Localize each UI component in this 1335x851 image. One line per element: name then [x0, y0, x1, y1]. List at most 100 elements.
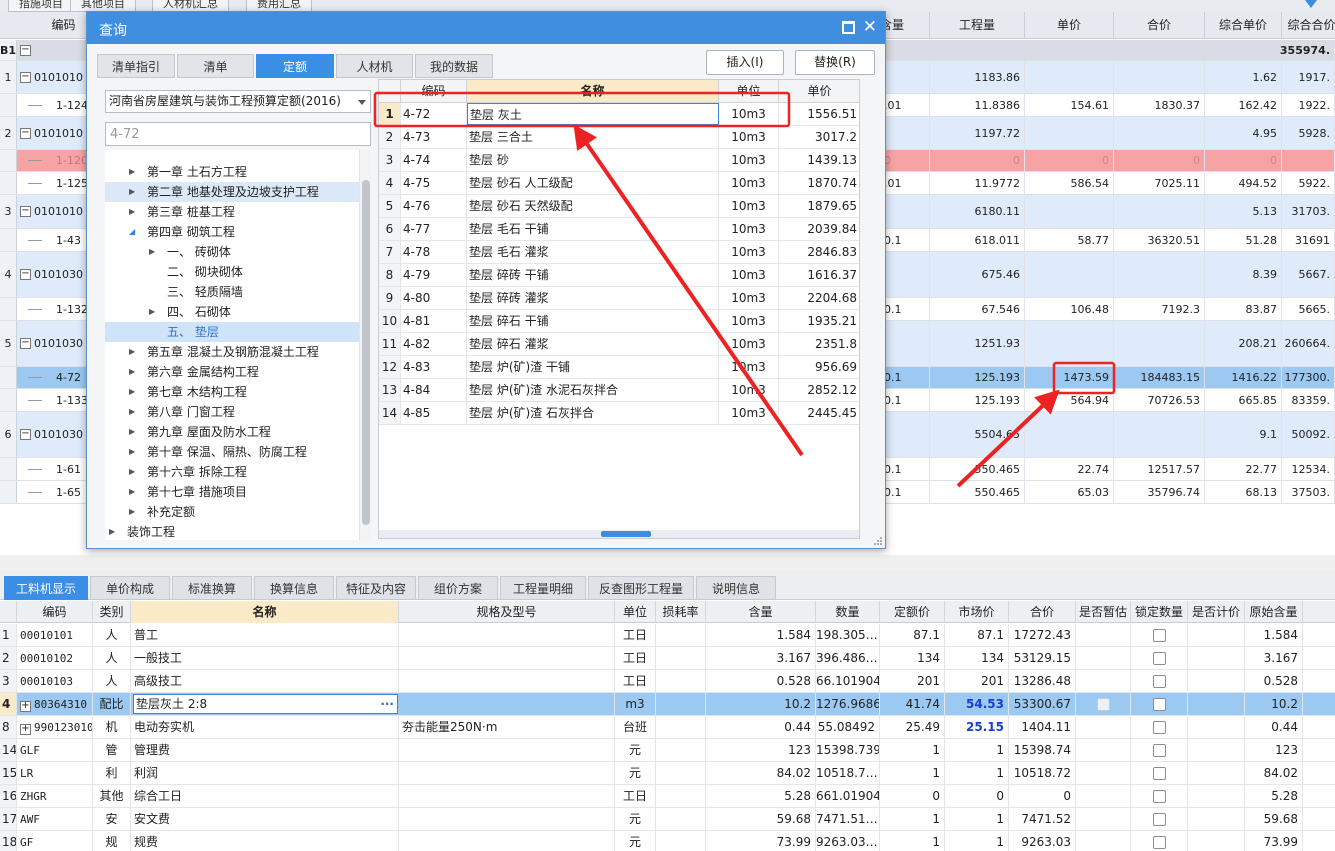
is-priced-cell[interactable]: [1188, 670, 1245, 692]
content-qty-cell[interactable]: 0.1: [880, 298, 930, 320]
total-price-cell[interactable]: [1114, 195, 1205, 228]
tree-node[interactable]: 三、 轻质隔墙: [105, 282, 359, 302]
is-priced-cell[interactable]: [1188, 647, 1245, 669]
qty-cell[interactable]: 1197.72: [930, 117, 1025, 149]
material-loss[interactable]: [656, 831, 706, 851]
detail-row[interactable]: 14 GLF 管管理费元 123 15398.739 1 1 15398.74 123: [0, 739, 1335, 762]
tree-node[interactable]: 二、 砌块砌体: [105, 262, 359, 282]
material-content[interactable]: 123: [706, 739, 816, 761]
unit-price-cell[interactable]: [1025, 252, 1114, 297]
collapsed-arrow-icon[interactable]: ▶: [129, 502, 135, 522]
content-qty-cell[interactable]: [880, 61, 930, 93]
comp-total-cell[interactable]: 5665.: [1282, 298, 1335, 320]
quota-row[interactable]: 11 4-82 垫层 碎石 灌浆 10m3 2351.8: [379, 333, 859, 356]
qty-cell[interactable]: 1183.86: [930, 61, 1025, 93]
detail-row[interactable]: 3 00010103 人高级技工 工日 0.528 66.101904 201 201 1328…: [0, 670, 1335, 693]
comp-unit-price-cell[interactable]: 494.52: [1205, 172, 1282, 194]
maximize-icon[interactable]: [842, 21, 855, 34]
quota-search-input[interactable]: [105, 122, 371, 146]
comp-unit-price-cell[interactable]: 0: [1205, 150, 1282, 171]
collapsed-arrow-icon[interactable]: ▶: [129, 162, 135, 182]
tree-node[interactable]: ▶ 第三章 桩基工程: [105, 202, 359, 222]
content-qty-cell[interactable]: [880, 252, 930, 297]
unit-price-cell[interactable]: [1025, 412, 1114, 457]
qty-cell[interactable]: 125.193: [930, 389, 1025, 411]
material-name-editor[interactable]: 垫层灰土 2:8 ···: [133, 694, 398, 714]
detail-tab[interactable]: 组价方案: [418, 576, 498, 600]
tree-node[interactable]: ▶ 第一章 土石方工程: [105, 162, 359, 182]
comp-total-cell[interactable]: 5922.: [1282, 172, 1335, 194]
collapse-icon[interactable]: −: [20, 127, 31, 139]
provisional-checkbox[interactable]: [1096, 698, 1110, 711]
material-market-price[interactable]: 1: [945, 762, 1009, 784]
quota-row[interactable]: 2 4-73 垫层 三合土 10m3 3017.2: [379, 126, 859, 149]
comp-total-cell[interactable]: 83359.: [1282, 389, 1335, 411]
material-spec[interactable]: [399, 808, 615, 830]
comp-unit-price-cell[interactable]: 9.1: [1205, 412, 1282, 457]
unit-price-cell[interactable]: 586.54: [1025, 172, 1114, 194]
qty-cell[interactable]: 0: [930, 150, 1025, 171]
tree-scroll-thumb[interactable]: [362, 180, 370, 525]
comp-unit-price-cell[interactable]: 1.62: [1205, 61, 1282, 93]
unit-price-cell[interactable]: 22.74: [1025, 458, 1114, 480]
material-spec[interactable]: 夯击能量250N·m: [399, 716, 615, 738]
collapsed-arrow-icon[interactable]: ▶: [129, 462, 135, 482]
material-content[interactable]: 59.68: [706, 808, 816, 830]
comp-unit-price-cell[interactable]: 665.85: [1205, 389, 1282, 411]
collapsed-arrow-icon[interactable]: ▶: [149, 242, 155, 262]
comp-unit-price-cell[interactable]: 208.21: [1205, 321, 1282, 366]
quota-row[interactable]: 6 4-77 垫层 毛石 干铺 10m3 2039.84: [379, 218, 859, 241]
lock-qty-checkbox[interactable]: [1152, 744, 1166, 757]
collapse-toggle[interactable]: −: [20, 40, 34, 60]
tree-node[interactable]: ▶ 补充定额: [105, 502, 359, 522]
tree-node[interactable]: ▶ 第二章 地基处理及边坡支护工程: [105, 182, 359, 202]
tab-quota[interactable]: 定额: [256, 54, 334, 78]
grid-horizontal-scrollbar[interactable]: [379, 530, 859, 538]
material-name[interactable]: 综合工日: [131, 785, 399, 807]
collapse-icon[interactable]: −: [20, 206, 31, 217]
dialog-title-bar[interactable]: 查询 ✕: [87, 12, 885, 44]
is-priced-cell[interactable]: [1188, 762, 1245, 784]
insert-button[interactable]: 插入(I): [706, 50, 784, 75]
qty-cell[interactable]: 1251.93: [930, 321, 1025, 366]
lock-qty-checkbox[interactable]: [1152, 675, 1166, 688]
comp-total-cell[interactable]: 260664.: [1282, 321, 1335, 366]
comp-total-cell[interactable]: 177300.: [1282, 367, 1335, 388]
tab-bill-guide[interactable]: 清单指引: [97, 54, 175, 78]
content-qty-cell[interactable]: 0.1: [880, 458, 930, 480]
material-loss[interactable]: [656, 785, 706, 807]
tree-node[interactable]: ▶ 第十七章 措施项目: [105, 482, 359, 502]
total-price-cell[interactable]: 1830.37: [1114, 94, 1205, 116]
lock-qty-checkbox[interactable]: [1152, 698, 1166, 711]
material-name[interactable]: 高级技工: [131, 670, 399, 692]
material-loss[interactable]: [656, 739, 706, 761]
material-market-price[interactable]: 0: [945, 785, 1009, 807]
lock-qty-checkbox[interactable]: [1152, 721, 1166, 734]
unit-price-cell[interactable]: 65.03: [1025, 481, 1114, 503]
material-market-price[interactable]: 1: [945, 739, 1009, 761]
material-loss[interactable]: [656, 624, 706, 646]
comp-unit-price-cell[interactable]: 8.39: [1205, 252, 1282, 297]
resize-grip-icon[interactable]: [873, 536, 883, 546]
lock-qty-checkbox[interactable]: [1152, 790, 1166, 803]
detail-tab[interactable]: 工程量明细: [500, 576, 586, 600]
total-price-cell[interactable]: [1114, 61, 1205, 93]
tree-node[interactable]: ▶ 第七章 木结构工程: [105, 382, 359, 402]
collapsed-arrow-icon[interactable]: ▶: [109, 522, 115, 540]
detail-row[interactable]: 16 ZHGR 其他 综合工日 工日 5.28 661.01904 0 0 0 5.28: [0, 785, 1335, 808]
is-priced-cell[interactable]: [1188, 739, 1245, 761]
collapsed-arrow-icon[interactable]: ▶: [129, 382, 135, 402]
collapsed-arrow-icon[interactable]: ▶: [129, 362, 135, 382]
material-content[interactable]: 5.28: [706, 785, 816, 807]
comp-total-cell[interactable]: 31691: [1282, 229, 1335, 251]
qty-cell[interactable]: 5504.65: [930, 412, 1025, 457]
material-spec[interactable]: [399, 785, 615, 807]
comp-total-cell[interactable]: 31703.: [1282, 195, 1335, 228]
lock-qty-checkbox[interactable]: [1152, 836, 1166, 849]
tab-measures[interactable]: 措施项目: [8, 0, 74, 12]
comp-unit-price-cell[interactable]: 162.42: [1205, 94, 1282, 116]
comp-unit-price-cell[interactable]: 4.95: [1205, 117, 1282, 149]
more-options-icon[interactable]: ···: [380, 695, 394, 713]
detail-row[interactable]: 1 00010101 人普工 工日 1.584 198.305… 87.1 87.1 17272…: [0, 624, 1335, 647]
collapsed-arrow-icon[interactable]: ▶: [129, 442, 135, 462]
